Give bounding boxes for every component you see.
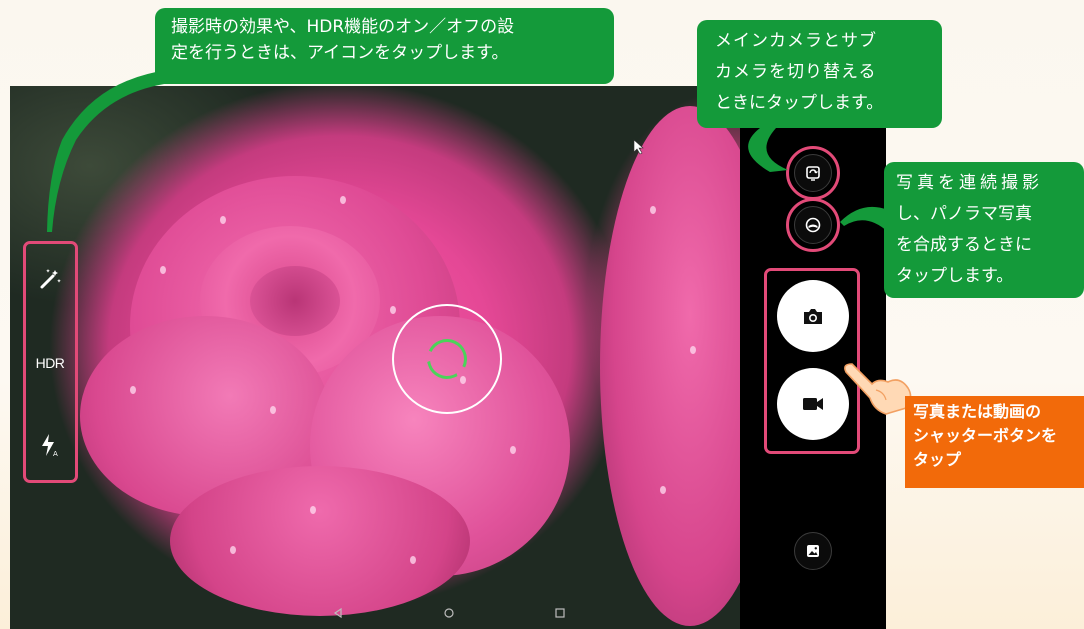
rose-petal: [170, 466, 470, 616]
camera-switch-callout: メインカメラとサブ カメラを切り替える ときにタップします。: [697, 20, 942, 128]
system-navigation-bar: [300, 603, 600, 627]
water-drop: [130, 386, 136, 394]
water-drop: [410, 556, 416, 564]
panorama-callout-line4: タップします。: [896, 266, 1014, 286]
water-drop: [650, 206, 656, 214]
shutter-callout-line1: 写真または動画の: [913, 402, 1042, 421]
camera-switch-callout-line3: ときにタップします。: [715, 93, 884, 113]
gallery-button[interactable]: [794, 532, 832, 570]
back-icon: [333, 607, 342, 619]
camera-viewfinder[interactable]: [10, 86, 740, 629]
water-drop: [270, 406, 276, 414]
water-drop: [160, 266, 166, 274]
rose-petal: [250, 266, 340, 336]
nav-home[interactable]: [443, 607, 455, 622]
water-drop: [340, 196, 346, 204]
water-drop: [660, 486, 666, 494]
panorama-callout: 写真を連続撮影 し、パノラマ写真 を合成するときに タップします。: [884, 162, 1084, 298]
camera-switch-callout-line1: メインカメラとサブ: [715, 31, 877, 51]
nav-recents[interactable]: [554, 607, 566, 622]
water-drop: [230, 546, 236, 554]
shutter-callout: 写真または動画の シャッターボタンを タップ: [905, 396, 1084, 488]
gallery-icon: [807, 545, 819, 557]
panorama-callout-line2: し、パノラマ写真: [896, 204, 1032, 224]
panorama-callout-line3: を合成するときに: [896, 235, 1032, 255]
recents-icon: [555, 608, 565, 618]
shutter-buttons-highlight: [764, 268, 860, 454]
rose-petal: [600, 106, 740, 626]
shutter-callout-line3: タップ: [913, 450, 962, 469]
water-drop: [310, 506, 316, 514]
water-drop: [510, 446, 516, 454]
shutter-callout-line2: シャッターボタンを: [913, 426, 1058, 445]
panorama-callout-line1: 写真を連続撮影: [896, 173, 1043, 193]
camera-switch-highlight: [786, 146, 840, 200]
water-drop: [220, 216, 226, 224]
panorama-highlight: [786, 198, 840, 252]
water-drop: [390, 306, 396, 314]
water-drop: [690, 346, 696, 354]
nav-back[interactable]: [332, 607, 344, 622]
effects-callout: 撮影時の効果や、HDR機能のオン／オフの設 定を行うときは、アイコンをタップしま…: [155, 8, 614, 84]
effects-callout-line2: 定を行うときは、アイコンをタップします。: [171, 43, 509, 63]
camera-switch-callout-line2: カメラを切り替える: [715, 62, 877, 82]
left-toolbar-highlight: [23, 241, 78, 483]
home-icon: [444, 608, 454, 618]
effects-callout-line1: 撮影時の効果や、HDR機能のオン／オフの設: [171, 17, 515, 37]
